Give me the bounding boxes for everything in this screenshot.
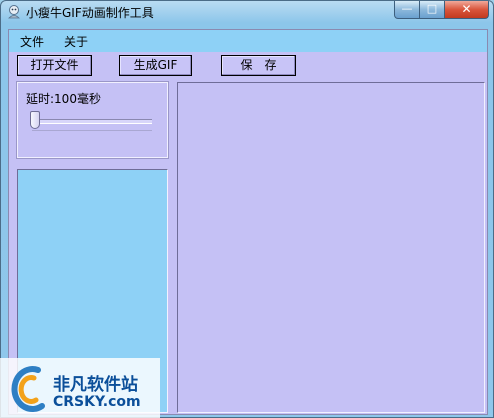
preview-area[interactable]: [177, 82, 485, 413]
crsky-logo-icon: [11, 366, 45, 413]
minimize-button[interactable]: —: [394, 1, 420, 19]
minimize-icon: —: [401, 2, 413, 15]
save-button[interactable]: 保 存: [221, 55, 296, 76]
app-window: 小瘦牛GIF动画制作工具 — □ ✕ 文件 关于 打开文件 生成GIF 保 存 …: [0, 0, 494, 418]
window-title: 小瘦牛GIF动画制作工具: [26, 6, 154, 20]
delay-group: 延时:100毫秒: [16, 81, 169, 159]
delay-slider-thumb[interactable]: [30, 111, 40, 129]
delay-slider-track[interactable]: [32, 119, 152, 124]
menu-file[interactable]: 文件: [20, 33, 44, 50]
maximize-icon: □: [426, 2, 438, 15]
watermark: 非凡软件站 CRSKY.com: [0, 358, 160, 418]
watermark-brand-cn: 非凡软件站: [53, 375, 138, 395]
delay-slider-ticks: [32, 130, 152, 131]
menu-bar: 文件 关于: [9, 30, 487, 52]
close-icon: ✕: [461, 2, 472, 16]
menu-about[interactable]: 关于: [64, 33, 88, 50]
generate-gif-button[interactable]: 生成GIF: [119, 55, 192, 76]
watermark-brand-en: CRSKY.com: [53, 394, 141, 410]
app-logo-icon: [6, 4, 22, 20]
close-button[interactable]: ✕: [444, 1, 489, 19]
title-bar[interactable]: 小瘦牛GIF动画制作工具 — □ ✕: [1, 1, 493, 23]
open-file-button[interactable]: 打开文件: [17, 55, 92, 76]
maximize-button[interactable]: □: [419, 1, 445, 19]
delay-label: 延时:100毫秒: [26, 92, 101, 106]
